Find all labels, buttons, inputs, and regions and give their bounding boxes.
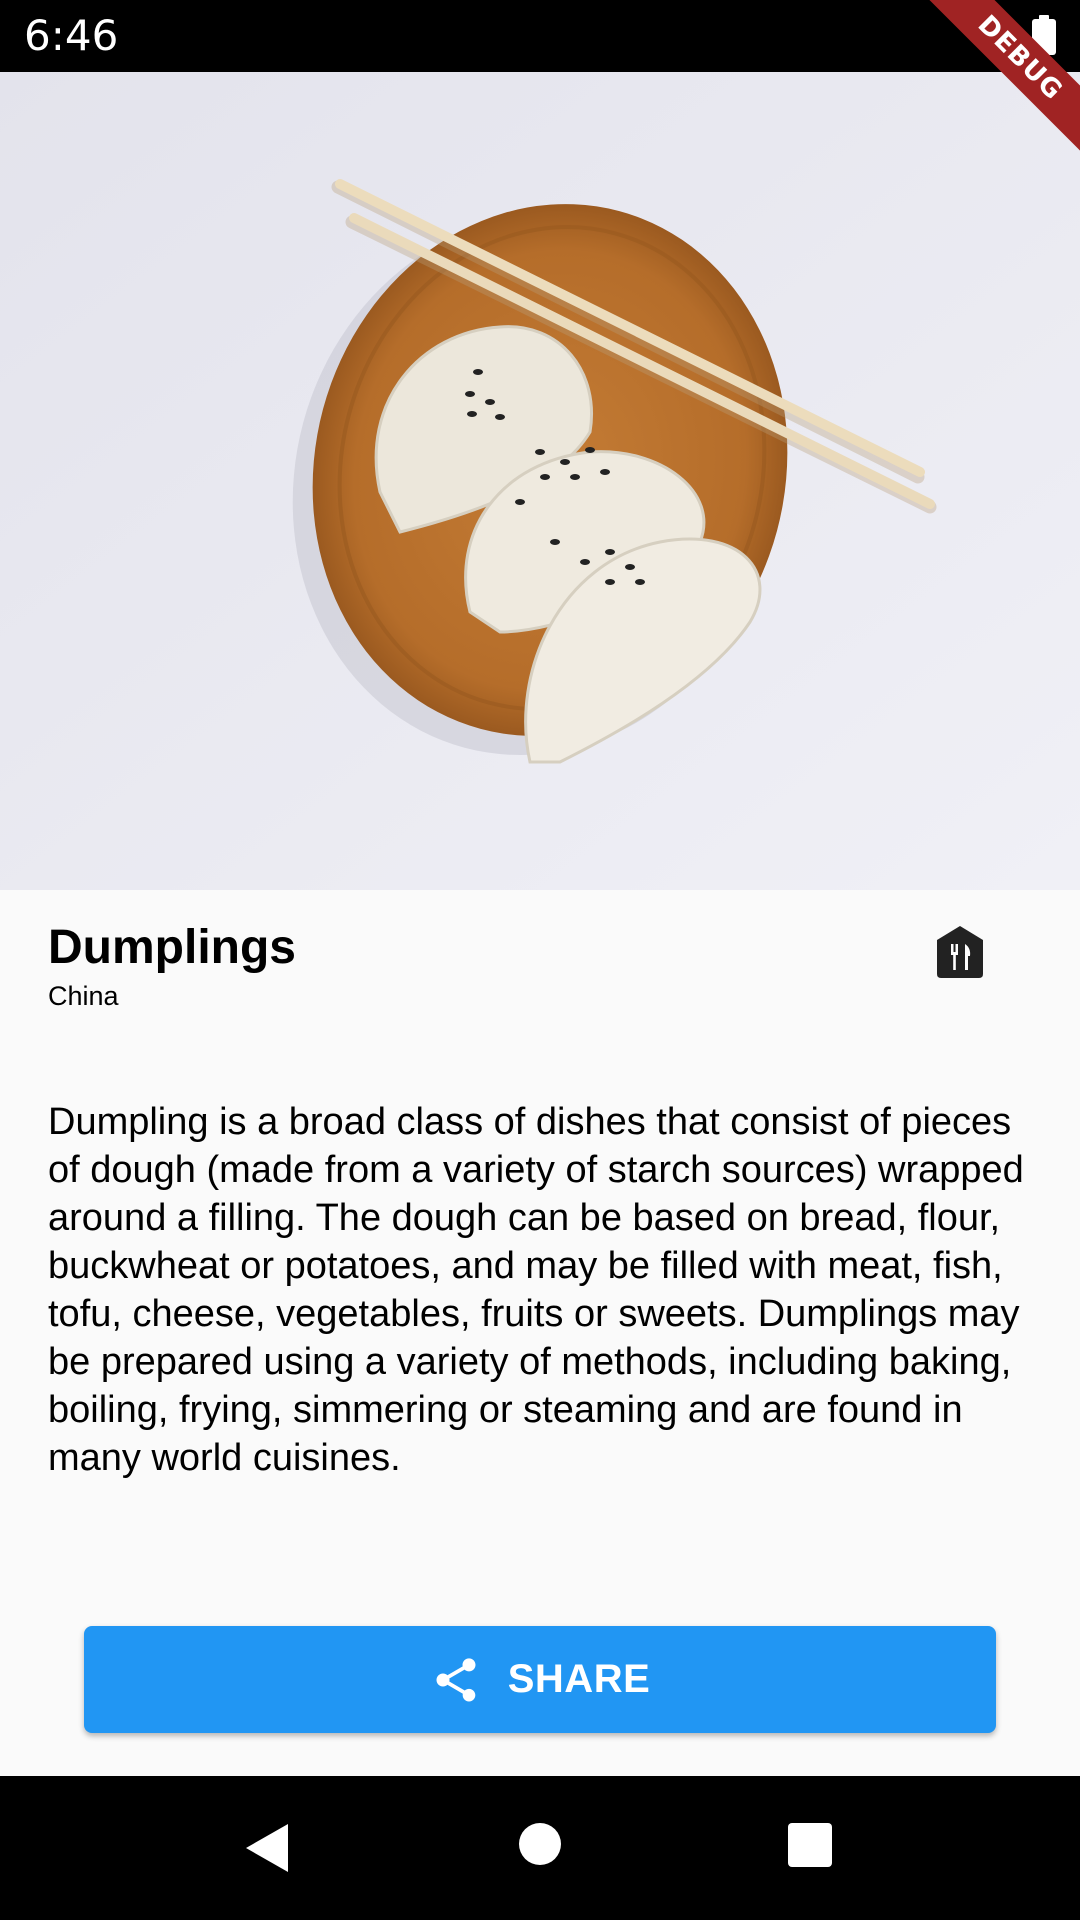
status-time: 6:46 [24,11,119,60]
share-button[interactable]: SHARE [84,1626,996,1733]
navigation-bar [0,1776,1080,1920]
hero-image [0,72,1080,890]
home-icon[interactable] [518,1822,562,1866]
back-icon[interactable] [244,1822,290,1874]
dish-title: Dumplings [48,921,296,974]
dish-description: Dumpling is a broad class of dishes that… [48,1101,1024,1479]
dish-country: China [48,981,119,1011]
status-bar: 6:46 [0,0,1080,72]
food-photo-icon [0,72,1080,890]
restaurant-icon [937,926,983,978]
share-button-label: SHARE [507,1657,651,1701]
share-icon [436,1657,476,1701]
recents-icon[interactable] [787,1822,833,1868]
